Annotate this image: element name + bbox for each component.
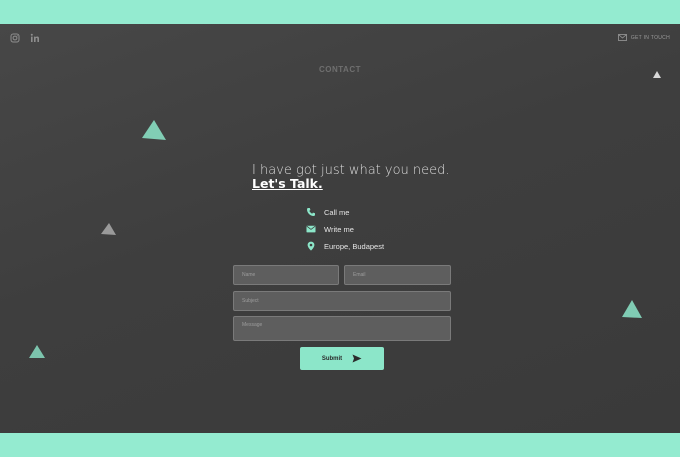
decorative-triangle-icon <box>622 300 642 318</box>
contact-info-label: Europe, Budapest <box>324 241 385 251</box>
phone-icon <box>307 208 315 216</box>
lets-talk-heading: Let's Talk. <box>252 176 323 191</box>
subject-field[interactable] <box>233 291 451 311</box>
email-field[interactable] <box>344 265 451 285</box>
contact-page: GET IN TOUCH CONTACT I have got just wha… <box>0 24 680 433</box>
linkedin-icon[interactable] <box>30 33 40 43</box>
decorative-triangle-icon <box>29 345 45 358</box>
message-field[interactable] <box>233 316 451 341</box>
decorative-triangle-icon <box>142 120 166 140</box>
contact-info-label: Call me <box>324 207 350 217</box>
decorative-triangle-icon <box>653 71 661 78</box>
instagram-icon[interactable] <box>10 33 20 43</box>
get-in-touch-label: GET IN TOUCH <box>630 34 670 41</box>
submit-label: Submit <box>321 355 343 362</box>
decorative-triangle-icon <box>101 223 116 235</box>
mail-outline-icon <box>617 34 627 41</box>
contact-info-call[interactable]: Call me <box>306 207 384 217</box>
mail-icon <box>306 225 316 233</box>
contact-info-write[interactable]: Write me <box>306 224 384 234</box>
contact-info-label: Write me <box>324 224 354 234</box>
page-title: CONTACT <box>318 65 361 74</box>
contact-info-list: Call me Write me Europe, Budapest <box>306 207 384 251</box>
submit-button[interactable]: Submit <box>300 347 384 370</box>
send-icon <box>352 354 362 363</box>
social-links <box>10 33 40 43</box>
get-in-touch-link[interactable]: GET IN TOUCH <box>617 34 670 41</box>
location-pin-icon <box>307 241 315 251</box>
contact-info-location: Europe, Budapest <box>306 241 384 251</box>
name-field[interactable] <box>233 265 339 285</box>
